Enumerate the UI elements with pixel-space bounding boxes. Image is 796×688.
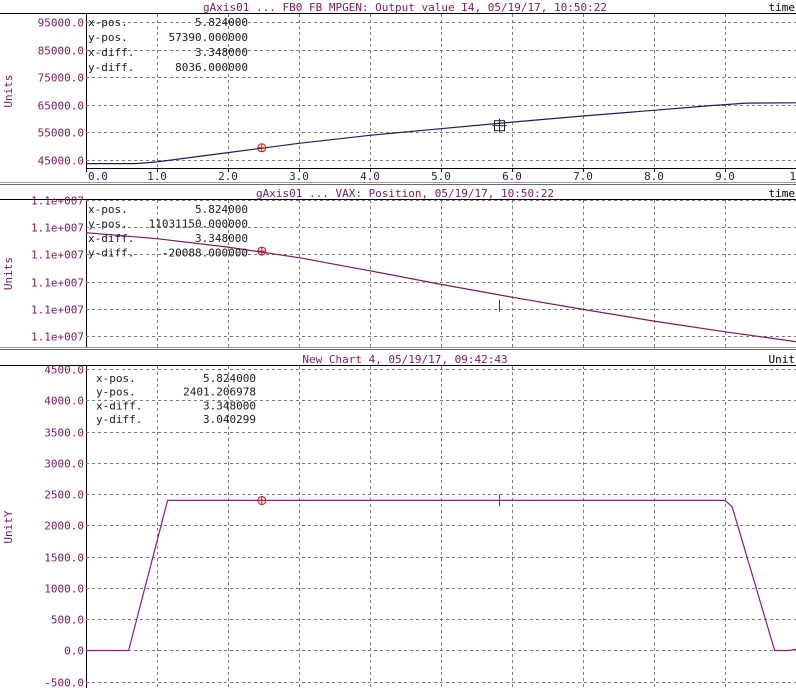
chart-panel-1: gAxis01 ... FB0 FB MPGEN: Output value I… xyxy=(0,0,796,182)
readout-value: 3.348000 xyxy=(195,232,248,245)
chart-2-y-tick-label: 1.1e+007 xyxy=(31,277,84,290)
chart-1-x-tick-label: 7.0 xyxy=(573,170,593,182)
readout-value: 57390.000000 xyxy=(169,31,248,44)
readout-value: 3.040299 xyxy=(203,413,256,426)
chart-3-plot[interactable]: New Chart 4, 05/19/17, 09:42:43 Unit -500.… xyxy=(0,350,796,688)
chart-2-title: gAxis01 ... VAX: Position, 05/19/17, 10:… xyxy=(256,187,554,200)
chart-3-y-tick-label: 2000.0 xyxy=(44,520,84,533)
chart-2-y-tick-label: 1.1e+007 xyxy=(31,222,84,235)
chart-1-y-tick-label: 85000.0 xyxy=(38,45,84,58)
chart-1-x-tick-label: 1.0 xyxy=(147,170,167,182)
chart-1-y-tick-label: 95000.0 xyxy=(38,17,84,30)
readout-label: y-pos. xyxy=(88,31,128,44)
readout-label: x-diff. xyxy=(88,46,134,59)
readout-label: x-pos. xyxy=(96,372,136,385)
readout-label: y-diff. xyxy=(88,247,134,260)
chart-1-y-axis-label: Units xyxy=(2,74,15,107)
panel-divider-1[interactable] xyxy=(0,182,796,184)
readout-label: x-pos. xyxy=(88,16,128,29)
chart-1-x-tick-label: 9.0 xyxy=(715,170,735,182)
readout-value: 8036.000000 xyxy=(175,61,248,74)
chart-3-x-unit-label: Unit xyxy=(769,353,796,366)
chart-3-y-axis-label: UnitY xyxy=(2,510,15,543)
chart-1-x-tick-label: 5.0 xyxy=(431,170,451,182)
chart-2-plot[interactable]: gAxis01 ... VAX: Position, 05/19/17, 10:… xyxy=(0,185,796,347)
chart-1-x-tick-label: 4.0 xyxy=(360,170,380,182)
chart-panel-3: New Chart 4, 05/19/17, 09:42:43 Unit -500.… xyxy=(0,350,796,688)
chart-1-y-tick-label: 45000.0 xyxy=(38,155,84,168)
readout-value: 5.824000 xyxy=(195,203,248,216)
chart-2-x-unit-label: time xyxy=(769,187,796,200)
chart-3-y-tick-label: 0.0 xyxy=(64,645,84,658)
readout-label: y-diff. xyxy=(88,61,134,74)
chart-3-y-tick-label: 4000.0 xyxy=(44,395,84,408)
readout-label: x-diff. xyxy=(88,232,134,245)
chart-3-y-tick-label: 3500.0 xyxy=(44,427,84,440)
chart-1-x-unit-label: time xyxy=(769,1,796,14)
chart-3-y-tick-label: 4500.0 xyxy=(44,364,84,377)
chart-1-title: gAxis01 ... FB0 FB MPGEN: Output value I… xyxy=(203,1,607,14)
chart-3-y-tick-label: 3000.0 xyxy=(44,458,84,471)
chart-1-x-tick-label: 10 xyxy=(789,170,796,182)
panel-divider-2[interactable] xyxy=(0,347,796,349)
chart-2-y-tick-label: 1.1e+007 xyxy=(31,195,84,208)
chart-3-y-tick-label: 1500.0 xyxy=(44,552,84,565)
chart-1-y-tick-label: 55000.0 xyxy=(38,127,84,140)
readout-value: 3.348000 xyxy=(203,399,256,412)
readout-label: x-diff. xyxy=(96,399,142,412)
chart-1-x-tick-label: 3.0 xyxy=(289,170,309,182)
chart-3-y-tick-label: 2500.0 xyxy=(44,489,84,502)
readout-label: y-diff. xyxy=(96,413,142,426)
chart-2-y-tick-label: 1.1e+007 xyxy=(31,331,84,344)
readout-value: 2401.206978 xyxy=(183,386,256,399)
readout-value: 5.824000 xyxy=(203,372,256,385)
readout-value: 3.348000 xyxy=(195,46,248,59)
readout-label: x-pos. xyxy=(88,203,128,216)
chart-1-y-tick-label: 75000.0 xyxy=(38,72,84,85)
readout-value: -20088.000000 xyxy=(162,247,248,260)
readout-label: y-pos. xyxy=(88,218,128,231)
readout-value: 5.824000 xyxy=(195,16,248,29)
chart-2-y-tick-label: 1.1e+007 xyxy=(31,249,84,262)
readout-label: y-pos. xyxy=(96,386,136,399)
chart-2-y-tick-label: 1.1e+007 xyxy=(31,304,84,317)
chart-1-x-tick-label: 8.0 xyxy=(644,170,664,182)
readout-value: 11031150.000000 xyxy=(149,218,248,231)
chart-1-plot[interactable]: gAxis01 ... FB0 FB MPGEN: Output value I… xyxy=(0,0,796,182)
chart-3-title: New Chart 4, 05/19/17, 09:42:43 xyxy=(302,353,507,366)
chart-3-y-tick-label: 1000.0 xyxy=(44,583,84,596)
chart-panel-2: gAxis01 ... VAX: Position, 05/19/17, 10:… xyxy=(0,185,796,347)
chart-1-y-tick-label: 65000.0 xyxy=(38,100,84,113)
chart-3-y-tick-label: -500.0 xyxy=(44,677,84,688)
chart-1-x-tick-label: 2.0 xyxy=(218,170,238,182)
chart-2-y-axis-label: Units xyxy=(2,257,15,290)
chart-1-x-tick-label: 6.0 xyxy=(502,170,522,182)
chart-1-x-tick-label: 0.0 xyxy=(88,170,108,182)
chart-3-y-tick-label: 500.0 xyxy=(51,614,84,627)
